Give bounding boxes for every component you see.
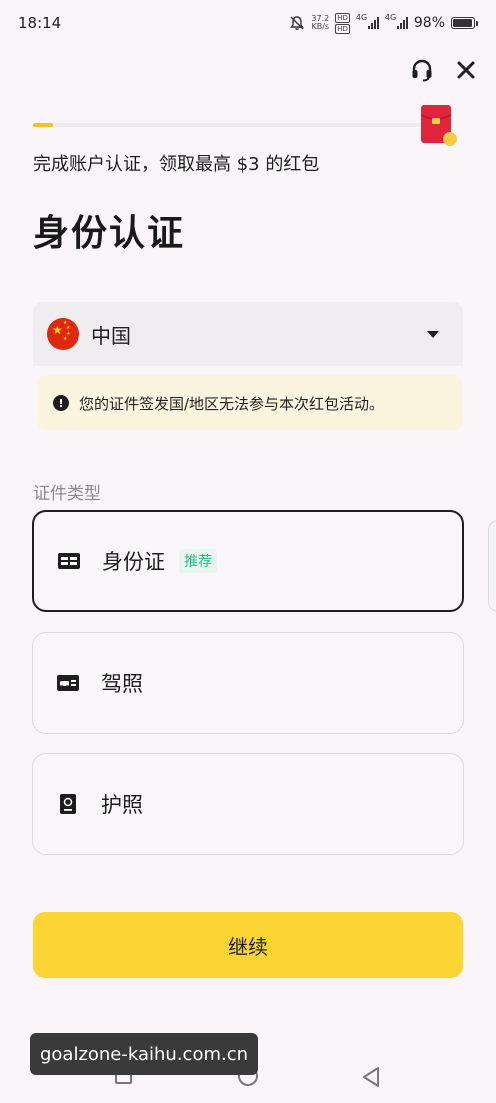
progress-bar xyxy=(33,123,423,127)
watermark: goalzone-kaihu.com.cn xyxy=(30,1033,258,1075)
status-time: 18:14 xyxy=(18,14,62,32)
status-bar: 18:14 37.2 KB/s HD HD 4G 4G 98% xyxy=(0,0,496,46)
doc-option-label: 驾照 xyxy=(101,672,143,696)
notice-text: 您的证件签发国/地区无法参与本次红包活动。 xyxy=(79,394,385,413)
red-packet-icon[interactable] xyxy=(421,105,457,147)
exclamation-icon: ! xyxy=(53,395,69,411)
doc-option-label: 身份证 xyxy=(102,550,165,574)
country-name: 中国 xyxy=(91,323,131,348)
doc-type-label: 证件类型 xyxy=(33,484,101,504)
country-select[interactable]: ★ ★ ★ ★ ★ 中国 xyxy=(33,302,463,366)
doc-option-driver-license[interactable]: 驾照 xyxy=(32,632,464,734)
headset-icon[interactable] xyxy=(410,58,434,82)
doc-option-passport[interactable]: 护照 xyxy=(32,753,464,855)
top-actions xyxy=(410,58,476,82)
progress-fill xyxy=(33,123,53,127)
offscreen-card xyxy=(488,520,496,612)
promo-text: 完成账户认证，领取最高 $3 的红包 xyxy=(33,154,320,175)
recommended-badge: 推荐 xyxy=(179,549,217,573)
chevron-down-icon xyxy=(427,330,439,338)
close-icon[interactable] xyxy=(456,60,476,80)
battery-icon xyxy=(451,17,478,29)
hd-badges: HD HD xyxy=(335,12,350,34)
driver-license-icon xyxy=(57,674,79,692)
back-button[interactable] xyxy=(361,1066,381,1088)
passport-icon xyxy=(57,794,79,814)
status-icons: 37.2 KB/s HD HD 4G 4G 98% xyxy=(289,12,478,34)
china-flag-icon: ★ ★ ★ ★ ★ xyxy=(47,318,79,350)
signal-icon: 4G xyxy=(385,13,408,29)
net-speed: 37.2 KB/s xyxy=(311,14,330,31)
mute-bell-icon xyxy=(290,16,305,30)
doc-option-label: 护照 xyxy=(101,793,143,817)
signal-icon: 4G xyxy=(356,13,379,29)
page-title: 身份认证 xyxy=(33,213,186,254)
id-card-icon xyxy=(58,552,80,570)
notice-banner: ! 您的证件签发国/地区无法参与本次红包活动。 xyxy=(37,375,463,431)
continue-button[interactable]: 继续 xyxy=(33,912,463,978)
doc-option-id-card[interactable]: 身份证 推荐 xyxy=(32,510,464,612)
battery-percent: 98% xyxy=(413,15,445,31)
